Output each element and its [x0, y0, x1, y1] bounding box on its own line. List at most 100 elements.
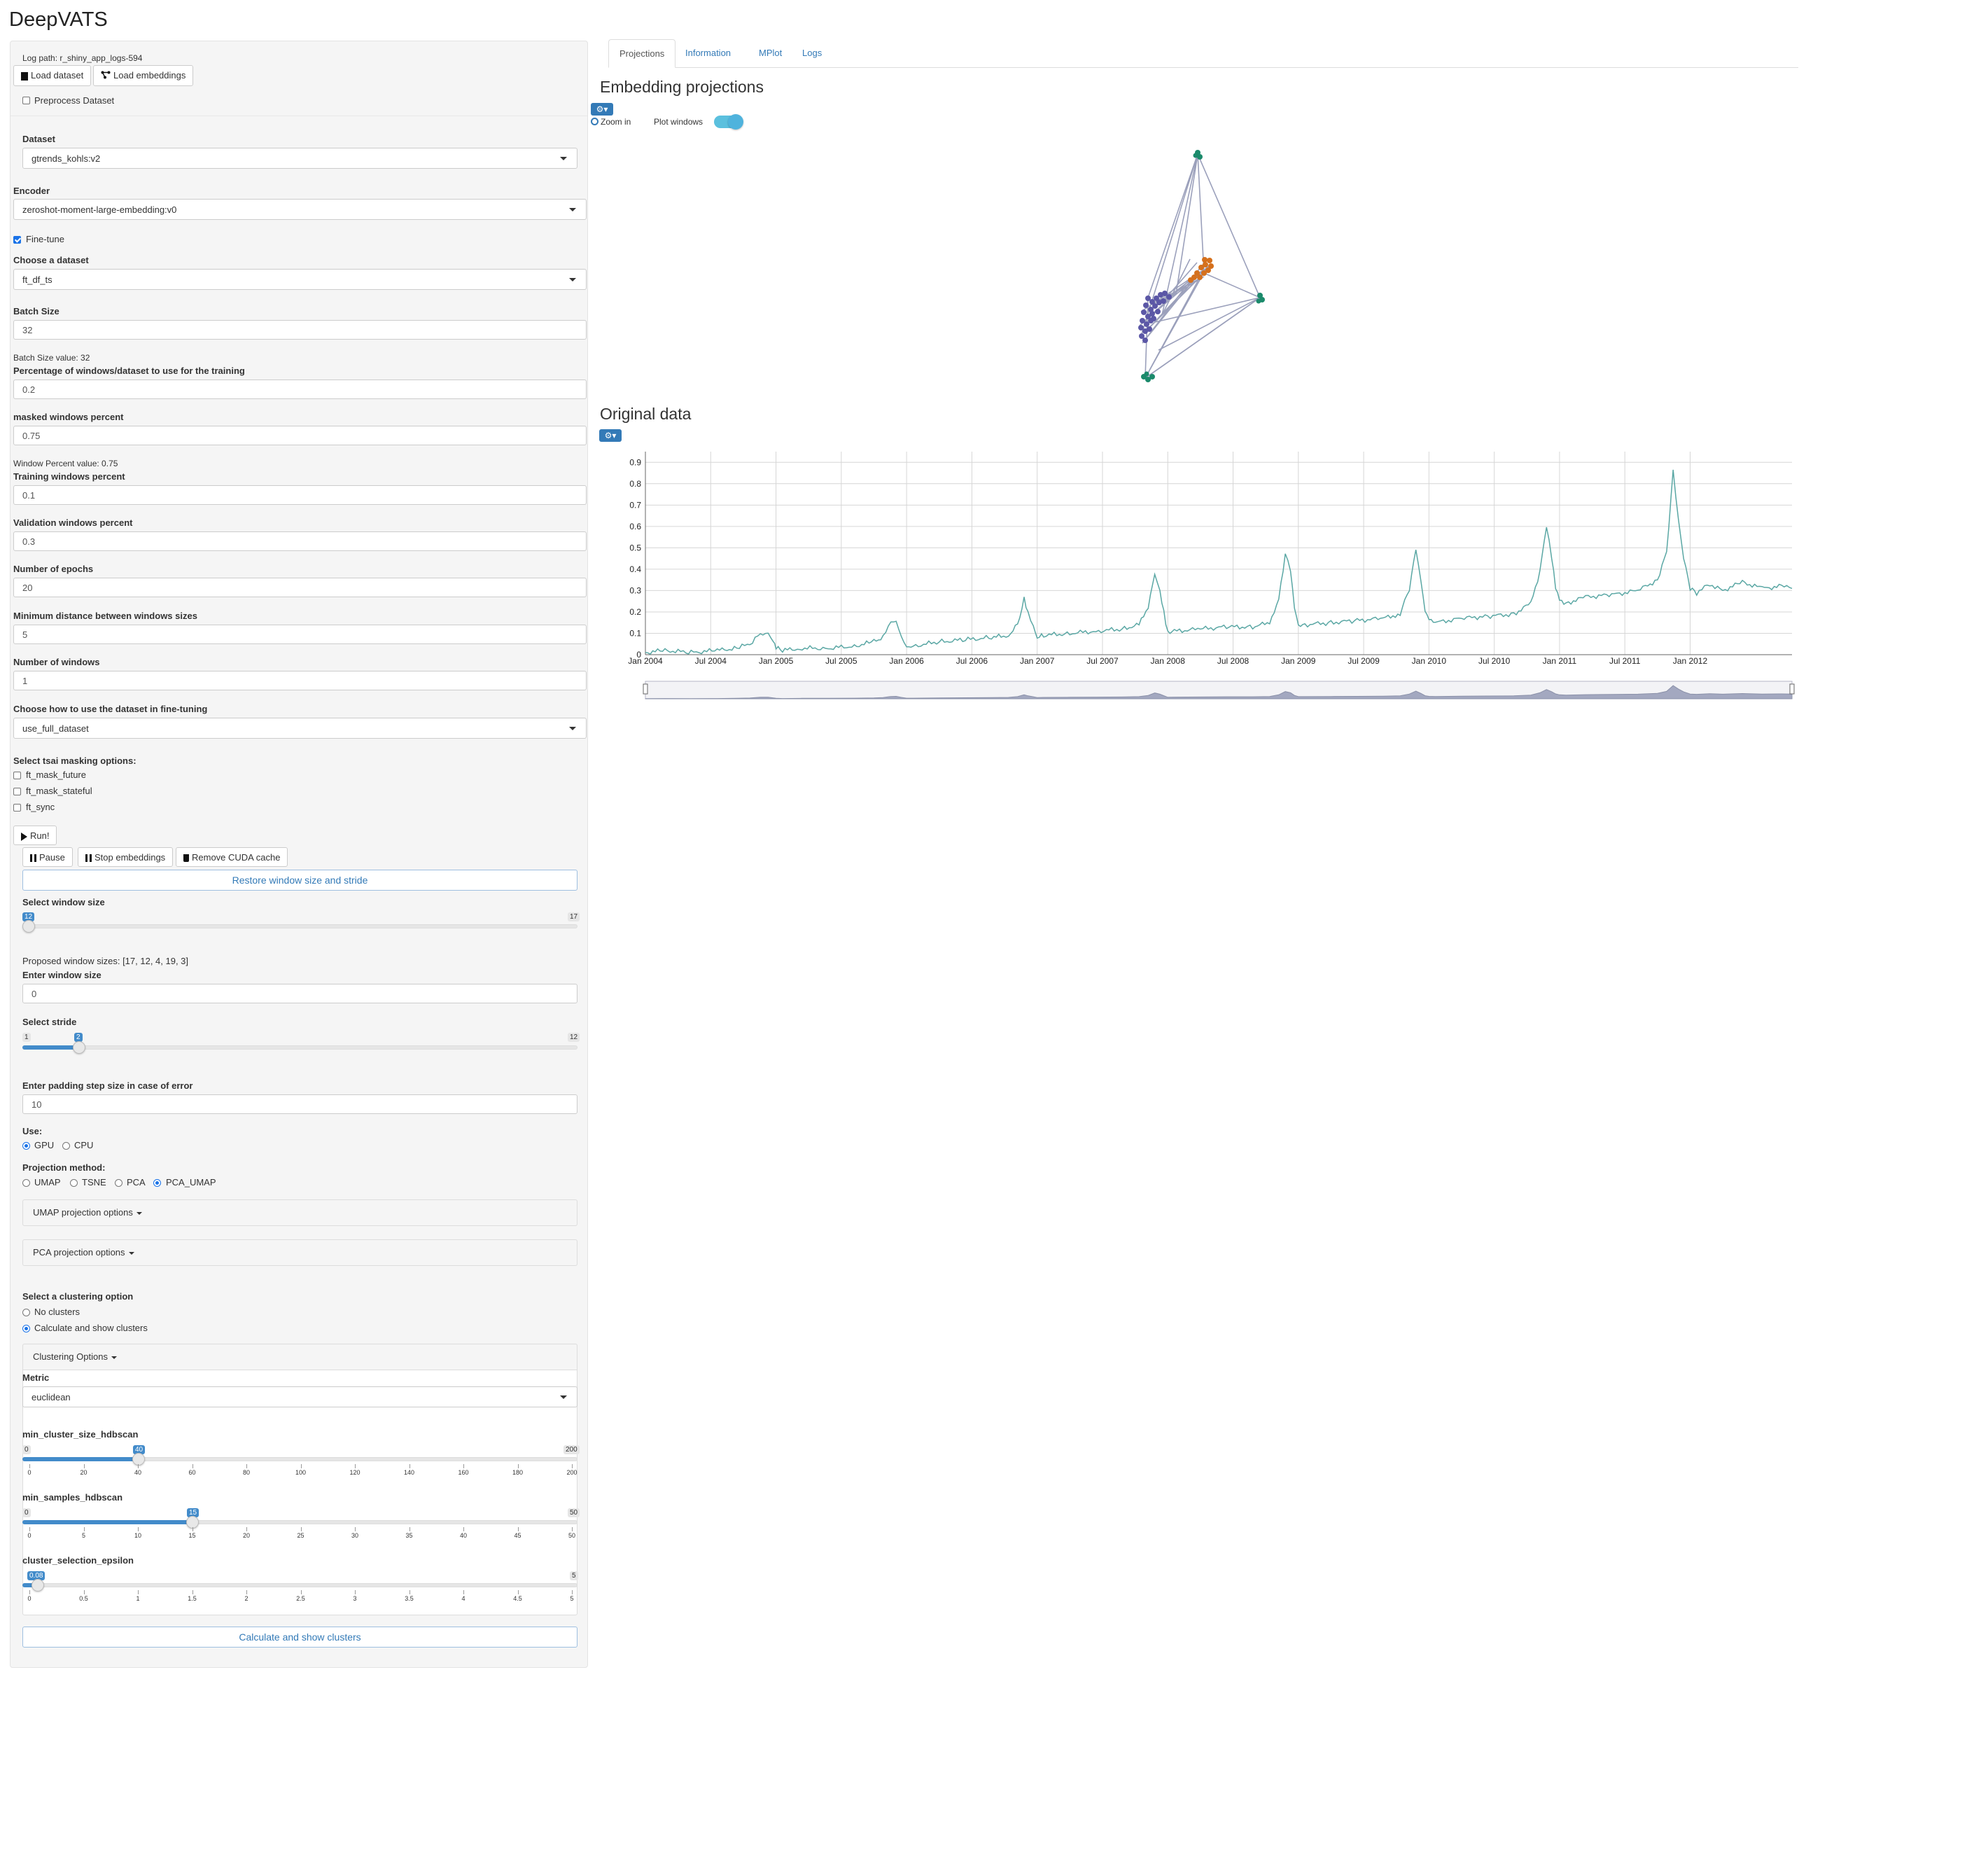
pca-umap-radio[interactable]: [153, 1179, 161, 1187]
clustering-options-panel[interactable]: Clustering Options: [22, 1344, 578, 1370]
use-dataset-label: Choose how to use the dataset in fine-tu…: [13, 704, 208, 714]
x-tick-label: Jan 2005: [759, 656, 794, 666]
series-line: [645, 469, 1793, 655]
stride-slider[interactable]: [22, 1045, 578, 1050]
pca-options-panel[interactable]: PCA projection options: [22, 1239, 578, 1266]
tab-information[interactable]: Information: [675, 39, 741, 67]
umap-options-panel[interactable]: UMAP projection options: [22, 1199, 578, 1226]
min-cluster-min: 0: [22, 1445, 31, 1454]
load-dataset-button[interactable]: Load dataset: [13, 65, 92, 86]
min-distance-input[interactable]: 5: [13, 625, 587, 644]
min-cluster-tick-label: 140: [403, 1469, 415, 1476]
zoom-in-control[interactable]: Zoom in: [591, 117, 631, 127]
x-tick-label: Jul 2007: [1086, 656, 1119, 666]
x-tick-label: Jul 2011: [1609, 656, 1641, 666]
epsilon-max: 5: [570, 1571, 578, 1580]
epsilon-ticks: 0 0.5 1 1.5 2 2.5 3 3.5 4 4.5 5: [27, 1590, 574, 1604]
no-clusters-radio[interactable]: [22, 1309, 30, 1316]
run-button[interactable]: Run!: [13, 826, 57, 845]
min-samples-tick-label: 30: [351, 1532, 359, 1539]
epochs-input[interactable]: 20: [13, 578, 587, 597]
epsilon-tick: [83, 1590, 85, 1594]
calculate-clusters-button[interactable]: Calculate and show clusters: [22, 1627, 578, 1648]
dataset-select[interactable]: gtrends_kohls:v2: [22, 148, 578, 169]
choose-dataset-select[interactable]: ft_df_ts: [13, 269, 587, 290]
restore-window-button[interactable]: Restore window size and stride: [22, 870, 578, 891]
tsne-radio[interactable]: [70, 1179, 78, 1187]
min-samples-tick-label: 45: [514, 1532, 522, 1539]
plot-windows-label: Plot windows: [654, 117, 704, 127]
window-pct-info: Window Percent value: 0.75: [13, 459, 118, 468]
finetune-label: Fine-tune: [26, 234, 64, 244]
square-icon: [21, 71, 28, 81]
mask-future-checkbox[interactable]: [13, 772, 21, 779]
y-tick-label: 0.4: [629, 564, 641, 574]
epsilon-tick: [29, 1590, 30, 1594]
projection-settings-button[interactable]: ⚙▾: [591, 103, 613, 116]
encoder-select[interactable]: zeroshot-moment-large-embedding:v0: [13, 199, 587, 220]
min-samples-tick: [463, 1527, 464, 1531]
stop-embeddings-button[interactable]: Stop embeddings: [78, 847, 174, 867]
stride-handle[interactable]: [73, 1041, 85, 1054]
gpu-radio[interactable]: [22, 1142, 30, 1150]
pct-windows-input[interactable]: 0.2: [13, 380, 587, 399]
x-tick-label: Jan 2009: [1281, 656, 1316, 666]
epsilon-tick: [572, 1590, 573, 1594]
epsilon-slider[interactable]: [22, 1583, 578, 1587]
mask-stateful-checkbox[interactable]: [13, 788, 21, 795]
x-tick-label: Jan 2010: [1412, 656, 1447, 666]
tab-projections[interactable]: Projections: [608, 39, 676, 68]
umap-radio[interactable]: [22, 1179, 30, 1187]
window-size-slider[interactable]: [22, 924, 578, 928]
masked-input[interactable]: 0.75: [13, 426, 587, 445]
padding-input[interactable]: 10: [22, 1094, 578, 1114]
y-tick-label: 0.1: [629, 628, 641, 638]
calc-clusters-radio[interactable]: [22, 1325, 30, 1332]
use-dataset-select[interactable]: use_full_dataset: [13, 718, 587, 739]
pct-windows-label: Percentage of windows/dataset to use for…: [13, 365, 245, 376]
original-data-chart[interactable]: 00.10.20.30.40.50.60.70.80.9Jan 2004 Jul …: [602, 434, 1806, 700]
validation-input[interactable]: 0.3: [13, 531, 587, 551]
epsilon-tick-label: 2: [244, 1595, 248, 1602]
cpu-radio[interactable]: [62, 1142, 70, 1150]
mask-future-label: ft_mask_future: [26, 770, 86, 780]
load-embeddings-label: Load embeddings: [113, 70, 186, 81]
pause-button[interactable]: Pause: [22, 847, 73, 867]
share-icon: [101, 71, 111, 81]
metric-select[interactable]: euclidean: [22, 1386, 578, 1407]
min-samples-tick-label: 40: [459, 1532, 468, 1539]
embedding-projection-plot[interactable]: [1092, 140, 1288, 392]
window-size-handle[interactable]: [22, 920, 35, 933]
num-windows-input[interactable]: 1: [13, 671, 587, 690]
finetune-checkbox[interactable]: [13, 236, 21, 244]
gpu-label: GPU: [34, 1140, 55, 1150]
validation-label: Validation windows percent: [13, 517, 133, 528]
tab-logs[interactable]: Logs: [792, 39, 832, 67]
epsilon-tick-label: 3: [353, 1595, 357, 1602]
min-samples-label: min_samples_hdbscan: [22, 1492, 123, 1503]
enter-window-input[interactable]: 0: [22, 984, 578, 1003]
min-samples-tick-label: 10: [134, 1532, 142, 1539]
tab-mplot[interactable]: MPlot: [748, 39, 792, 67]
pca-radio[interactable]: [115, 1179, 122, 1187]
epsilon-tick-label: 5: [570, 1595, 574, 1602]
preprocess-checkbox[interactable]: [22, 97, 30, 104]
min-samples-tick: [192, 1527, 193, 1531]
dataset-select-value: gtrends_kohls:v2: [31, 153, 101, 164]
projection-label: Projection method:: [22, 1162, 106, 1173]
caret-down-icon: [128, 1251, 134, 1255]
min-cluster-tick: [83, 1464, 85, 1468]
cluster-purple: [1138, 291, 1172, 343]
training-input[interactable]: 0.1: [13, 485, 587, 505]
plot-windows-toggle[interactable]: [714, 114, 743, 130]
projections-heading: Embedding projections: [600, 78, 764, 96]
batch-size-input[interactable]: 32: [13, 320, 587, 340]
epsilon-tick: [463, 1590, 464, 1594]
batch-size-label: Batch Size: [13, 306, 59, 316]
remove-cuda-button[interactable]: Remove CUDA cache: [176, 847, 288, 867]
choose-dataset-label: Choose a dataset: [13, 255, 89, 265]
load-embeddings-button[interactable]: Load embeddings: [93, 65, 194, 86]
x-tick-label: Jul 2008: [1217, 656, 1250, 666]
sync-checkbox[interactable]: [13, 804, 21, 812]
min-samples-max: 50: [568, 1508, 580, 1517]
